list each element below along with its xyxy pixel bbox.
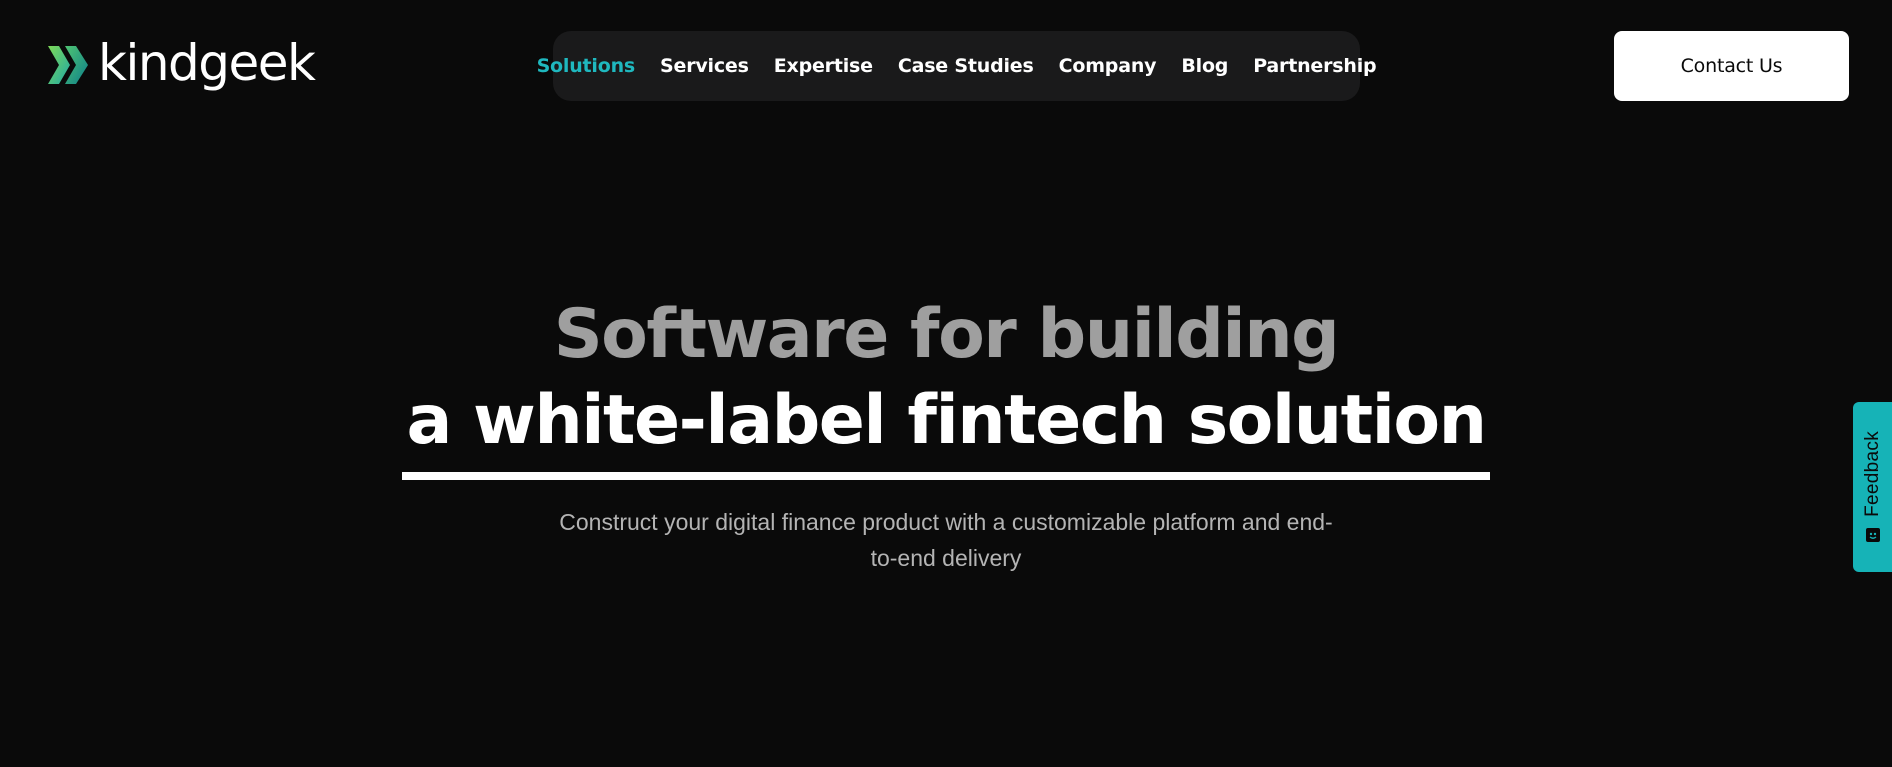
page: kindgeek Solutions Services Expertise Ca… xyxy=(0,0,1892,767)
hero-title-line2: a white-label fintech solution xyxy=(406,381,1487,460)
hero-subtitle: Construct your digital finance product w… xyxy=(559,509,1333,571)
contact-us-button[interactable]: Contact Us xyxy=(1614,31,1849,101)
main-nav: Solutions Services Expertise Case Studie… xyxy=(537,31,1377,101)
feedback-icon xyxy=(1865,527,1880,542)
hero-underline xyxy=(402,472,1490,480)
nav-item-blog[interactable]: Blog xyxy=(1169,55,1241,77)
nav-item-expertise[interactable]: Expertise xyxy=(761,55,885,77)
nav-item-solutions[interactable]: Solutions xyxy=(524,55,647,77)
hero-section: Software for building a white-label fint… xyxy=(0,290,1892,576)
hero-title-line1: Software for building xyxy=(553,295,1340,374)
nav-item-case-studies[interactable]: Case Studies xyxy=(885,55,1046,77)
logo-arrows-icon xyxy=(48,46,88,84)
hero-title-line2-wrap: a white-label fintech solution xyxy=(402,376,1490,480)
feedback-label: Feedback xyxy=(1861,431,1883,517)
feedback-tab[interactable]: Feedback xyxy=(1853,402,1892,572)
logo-text: kindgeek xyxy=(98,34,316,92)
kindgeek-logo[interactable]: kindgeek xyxy=(48,30,316,100)
nav-item-services[interactable]: Services xyxy=(648,55,762,77)
nav-item-company[interactable]: Company xyxy=(1046,55,1169,77)
nav-item-partnership[interactable]: Partnership xyxy=(1241,55,1389,77)
